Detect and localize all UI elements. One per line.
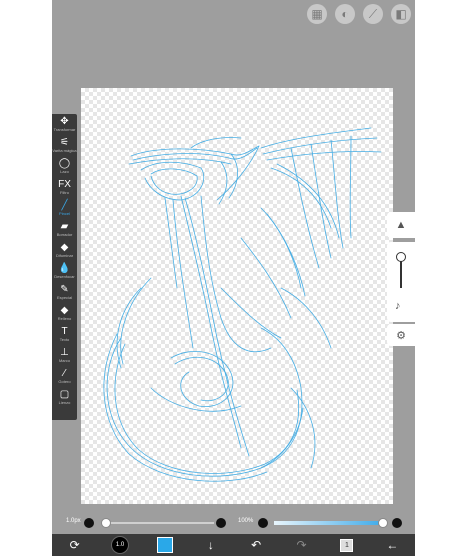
size-label: 1.0px xyxy=(66,518,81,524)
filter-icon[interactable]: ◐ xyxy=(335,4,355,24)
bottom-toolbar: ⟳ 1.0 ↓ ↶ ↷ 1 ← xyxy=(52,534,415,556)
eyedropper-icon: ⁄ xyxy=(63,368,66,379)
tool-label: Gotero xyxy=(58,379,71,384)
tool-label: Borrador xyxy=(56,232,73,237)
stabilizer-icon[interactable]: ◧ xyxy=(391,4,411,24)
tool-lasso[interactable]: ◯ Lazo xyxy=(52,158,77,179)
ruler-icon[interactable]: ⟋ xyxy=(363,4,383,24)
undo-icon[interactable]: ↶ xyxy=(244,534,268,556)
layer-lock-panel: ▲ xyxy=(387,212,415,238)
brush-size-panel: ♪ xyxy=(387,242,415,322)
tool-label: Relleno xyxy=(57,316,72,321)
app-screen: ▦ ◐ ⟋ ◧ ✥ Transformar ⚟ Varita mágica ◯ … xyxy=(52,0,415,556)
color-swatch xyxy=(157,537,174,553)
tool-fill[interactable]: ◆ Relleno xyxy=(52,305,77,326)
brush-icon: ╱ xyxy=(61,200,68,211)
tool-smudge[interactable]: ◆ Difuminar xyxy=(52,242,77,263)
left-toolbar: ✥ Transformar ⚟ Varita mágica ◯ Lazo FX … xyxy=(52,114,77,420)
back-arrow-icon[interactable]: ← xyxy=(380,534,404,556)
color-button[interactable] xyxy=(153,534,177,556)
opacity-max-dot xyxy=(392,518,402,528)
brush-controls: 1.0px 100% xyxy=(52,512,415,534)
top-toolbar: ▦ ◐ ⟋ ◧ xyxy=(307,4,411,24)
tool-label: Desenfocar xyxy=(54,274,75,279)
tool-special[interactable]: ✎ Especial xyxy=(52,284,77,305)
brush-size-indicator: 1.0 xyxy=(111,536,130,554)
music-note-icon[interactable]: ♪ xyxy=(395,300,401,312)
canvas-icon: ▢ xyxy=(59,389,70,400)
tool-label: Texto xyxy=(59,337,70,342)
smudge-icon: ◆ xyxy=(60,242,69,253)
brush-size-button[interactable]: 1.0 xyxy=(108,534,132,556)
tool-label: Marco xyxy=(58,358,71,363)
size-max-dot xyxy=(216,518,226,528)
magic-wand-icon: ⚟ xyxy=(60,137,69,148)
tool-label: Transformar xyxy=(53,127,76,132)
tool-eyedropper[interactable]: ⁄ Gotero xyxy=(52,368,77,389)
tool-label: Especial xyxy=(56,295,73,300)
selection-icon[interactable]: ▦ xyxy=(307,4,327,24)
tool-brush[interactable]: ╱ Pincel xyxy=(52,200,77,221)
tool-blur[interactable]: 💧 Desenfocar xyxy=(52,263,77,284)
layers-button[interactable]: 1 xyxy=(335,534,359,556)
lasso-icon: ◯ xyxy=(58,158,71,169)
special-icon: ✎ xyxy=(60,284,69,295)
size-slider-thumb[interactable] xyxy=(101,518,111,528)
text-icon: T xyxy=(61,326,68,337)
quick-menu-icon[interactable]: ⟳ xyxy=(63,534,87,556)
brush-slider-knob[interactable] xyxy=(396,252,406,262)
lock-icon[interactable]: ▲ xyxy=(396,219,407,231)
tool-label: Difuminar xyxy=(55,253,74,258)
layers-icon: 1 xyxy=(340,538,354,552)
download-icon[interactable]: ↓ xyxy=(199,534,223,556)
tool-label: Filtro xyxy=(60,190,69,195)
tool-filter[interactable]: FX Filtro xyxy=(52,179,77,200)
tool-transform[interactable]: ✥ Transformar xyxy=(52,116,77,137)
opacity-slider-thumb[interactable] xyxy=(378,518,388,528)
fill-icon: ◆ xyxy=(60,305,69,316)
tool-label: Lazo xyxy=(60,169,69,174)
opacity-slider-track[interactable] xyxy=(274,521,386,525)
frame-icon: ⊥ xyxy=(60,347,69,358)
fx-icon: FX xyxy=(58,179,71,190)
opacity-label: 100% xyxy=(238,518,254,524)
tool-eraser[interactable]: ▰ Borrador xyxy=(52,221,77,242)
eraser-icon: ▰ xyxy=(60,221,69,232)
gear-icon[interactable]: ⚙ xyxy=(396,329,406,342)
tool-label: Varita mágica xyxy=(52,148,77,153)
redo-icon[interactable]: ↷ xyxy=(290,534,314,556)
opacity-min-dot xyxy=(258,518,268,528)
tool-label: Pincel xyxy=(59,211,70,216)
tool-magic-wand[interactable]: ⚟ Varita mágica xyxy=(52,137,77,158)
blur-icon: 💧 xyxy=(58,263,71,274)
sketch-drawing xyxy=(103,127,382,482)
drawing-canvas[interactable] xyxy=(81,88,393,504)
settings-panel: ⚙ xyxy=(387,324,415,346)
transform-icon: ✥ xyxy=(60,116,69,127)
tool-canvas[interactable]: ▢ Lienzo xyxy=(52,389,77,410)
size-min-dot xyxy=(84,518,94,528)
tool-text[interactable]: T Texto xyxy=(52,326,77,347)
size-slider-track[interactable] xyxy=(104,522,214,524)
tool-label: Lienzo xyxy=(58,400,71,405)
tool-frame[interactable]: ⊥ Marco xyxy=(52,347,77,368)
